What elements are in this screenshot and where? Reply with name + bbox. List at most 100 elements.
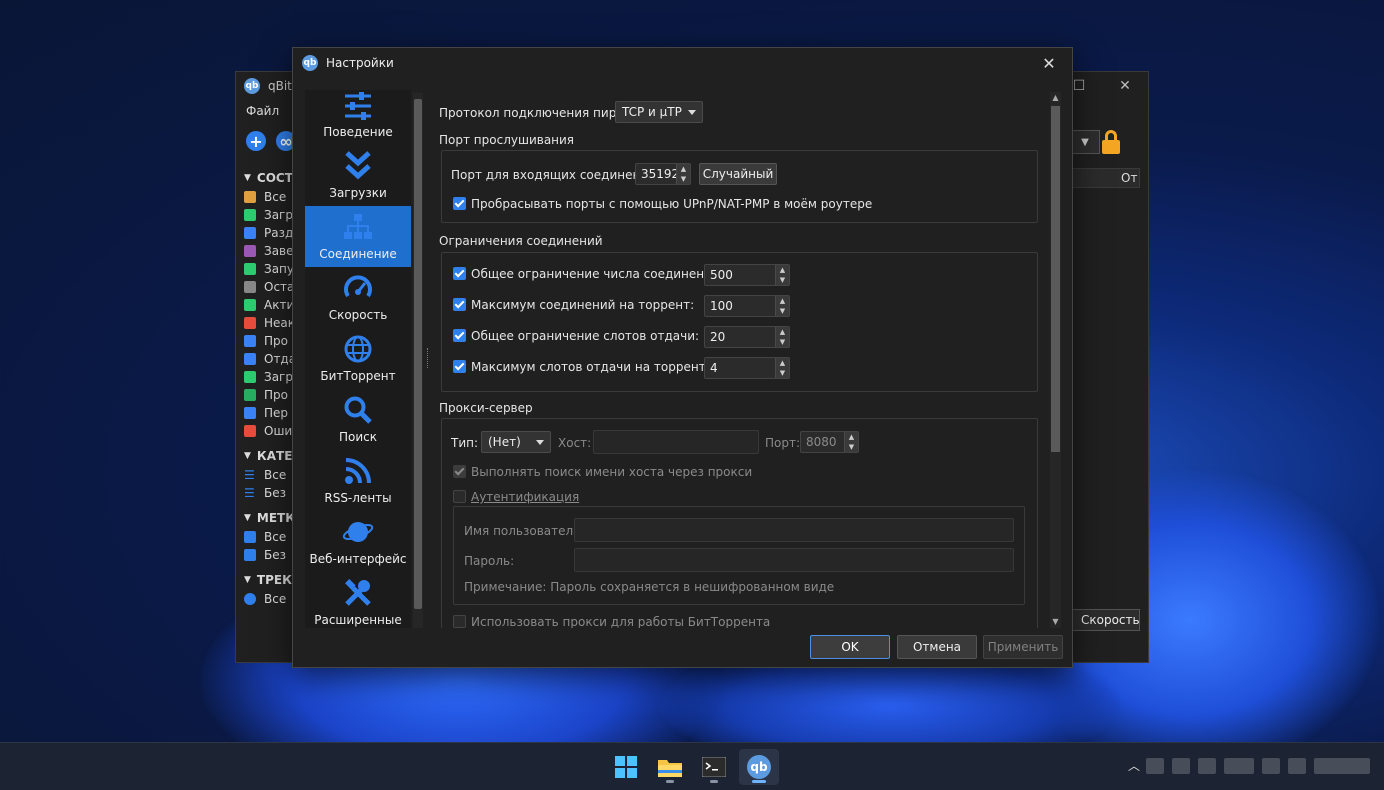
proxy-host-label: Хост: (558, 436, 592, 450)
incoming-port-label: Порт для входящих соединений: (451, 168, 660, 182)
limit-checkbox[interactable] (453, 360, 466, 373)
upnp-checkbox[interactable] (453, 197, 466, 210)
speed-tab-button[interactable]: Скорость (1072, 609, 1140, 631)
nav-item-rss[interactable]: RSS-ленты (305, 450, 411, 511)
limit-spinbox[interactable]: 500 ▲ ▼ (704, 264, 790, 286)
tray-icon[interactable] (1172, 757, 1190, 774)
nav-item-network[interactable]: Соединение (305, 206, 411, 267)
nav-item-sliders[interactable]: Поведение (305, 90, 411, 145)
limit-checkbox[interactable] (453, 267, 466, 280)
add-torrent-icon[interactable]: + (246, 131, 266, 151)
proxy-port-spinbox[interactable]: 8080 ▲ ▼ (800, 431, 859, 453)
filter-dropdown[interactable]: ▼ (1070, 130, 1100, 154)
close-icon[interactable]: ✕ (1026, 48, 1072, 78)
splitter-handle[interactable] (427, 348, 430, 368)
hostname-lookup-checkbox[interactable] (453, 465, 466, 478)
nav-item-planet[interactable]: Веб-интерфейс (305, 511, 411, 572)
clock[interactable] (1314, 757, 1370, 774)
peer-protocol-select[interactable]: TCP и µTP (615, 101, 703, 123)
status-icon (244, 407, 256, 419)
speedometer-icon (342, 272, 374, 304)
spin-down-icon: ▼ (779, 276, 786, 284)
limit-checkbox[interactable] (453, 329, 466, 342)
authentication-checkbox[interactable] (453, 490, 466, 503)
tray-icon[interactable] (1262, 757, 1280, 774)
nav-item-label: Поиск (338, 430, 377, 444)
tray-icon[interactable] (1146, 757, 1164, 774)
password-input[interactable] (574, 548, 1014, 572)
nav-scrollbar[interactable] (413, 93, 423, 628)
tag-icon (244, 549, 256, 561)
status-icon (244, 425, 256, 437)
status-icon (244, 281, 256, 293)
nav-item-globe[interactable]: БитТоррент (305, 328, 411, 389)
nav-item-search[interactable]: Поиск (305, 389, 411, 450)
column-header[interactable]: От (1064, 168, 1140, 188)
nav-item-label: Соединение (319, 247, 397, 261)
nav-item-label: Загрузки (329, 186, 387, 200)
limit-spinbox[interactable]: 100 ▲ ▼ (704, 295, 790, 317)
nav-item-tools[interactable]: Расширенные (305, 572, 411, 628)
lock-icon[interactable] (1102, 130, 1120, 154)
qbittorrent-taskbar-button[interactable]: qb (739, 749, 779, 785)
limit-spinbox[interactable]: 4 ▲ ▼ (704, 357, 790, 379)
limit-checkbox[interactable] (453, 298, 466, 311)
sliders-icon (342, 90, 374, 121)
ok-button[interactable]: OK (810, 635, 890, 659)
tray-icon[interactable] (1224, 757, 1254, 774)
spin-up-icon: ▲ (779, 297, 786, 305)
status-icon (244, 317, 256, 329)
upnp-label: Пробрасывать порты с помощью UPnP/NAT-PM… (471, 197, 873, 211)
nav-item-double-chevron-down[interactable]: Загрузки (305, 145, 411, 206)
spin-down-icon: ▼ (680, 175, 687, 183)
spin-down-icon: ▼ (779, 369, 786, 377)
proxy-host-input[interactable] (593, 430, 759, 454)
location-pin-icon (244, 593, 256, 605)
proxy-type-select[interactable]: (Нет) (481, 431, 551, 453)
qbittorrent-icon: qb (747, 755, 771, 779)
scrollbar-thumb[interactable] (1051, 106, 1060, 452)
content-scrollbar[interactable]: ▲ ▼ (1050, 92, 1061, 628)
connection-settings-page: Протокол подключения пиров: TCP и µTP По… (433, 90, 1053, 628)
scroll-up-icon[interactable]: ▲ (1050, 92, 1061, 104)
username-input[interactable] (574, 518, 1014, 542)
spin-up-icon: ▲ (848, 433, 855, 441)
random-port-button[interactable]: Случайный (699, 163, 777, 185)
status-icon (244, 371, 256, 383)
terminal-icon (702, 757, 726, 777)
settings-dialog: qb Настройки ✕ Поведение Загрузки Соединен… (292, 47, 1073, 668)
listening-port-group (441, 150, 1038, 223)
apply-button[interactable]: Применить (983, 635, 1063, 659)
menu-file[interactable]: Файл (246, 104, 279, 118)
status-icon (244, 245, 256, 257)
start-button[interactable] (606, 749, 646, 785)
status-icon (244, 353, 256, 365)
system-tray: ︿ (1128, 757, 1370, 774)
file-explorer-button[interactable] (650, 749, 690, 785)
status-icon (244, 191, 256, 203)
status-icon (244, 335, 256, 347)
planet-icon (342, 516, 374, 548)
nav-item-speedometer[interactable]: Скорость (305, 267, 411, 328)
password-label: Пароль: (464, 554, 515, 568)
proxy-type-label: Тип: (451, 436, 479, 450)
tools-icon (342, 577, 374, 609)
tray-chevron-up-icon[interactable]: ︿ (1128, 757, 1140, 774)
use-proxy-bittorrent-checkbox[interactable] (453, 615, 466, 628)
close-icon[interactable]: ✕ (1102, 72, 1148, 100)
authentication-label: Аутентификация (471, 490, 580, 504)
spin-down-icon: ▼ (848, 443, 855, 451)
spin-up-icon: ▲ (779, 266, 786, 274)
dialog-title: Настройки (326, 56, 394, 70)
tray-icon[interactable] (1288, 757, 1306, 774)
incoming-port-spinbox[interactable]: 35192 ▲ ▼ (635, 163, 691, 185)
scroll-down-icon[interactable]: ▼ (1050, 616, 1061, 628)
qbittorrent-logo-icon: qb (244, 78, 260, 94)
tag-icon (244, 531, 256, 543)
status-icon (244, 227, 256, 239)
tray-icon[interactable] (1198, 757, 1216, 774)
listening-port-section-title: Порт прослушивания (439, 133, 575, 147)
cancel-button[interactable]: Отмена (897, 635, 977, 659)
limit-spinbox[interactable]: 20 ▲ ▼ (704, 326, 790, 348)
terminal-button[interactable] (694, 749, 734, 785)
